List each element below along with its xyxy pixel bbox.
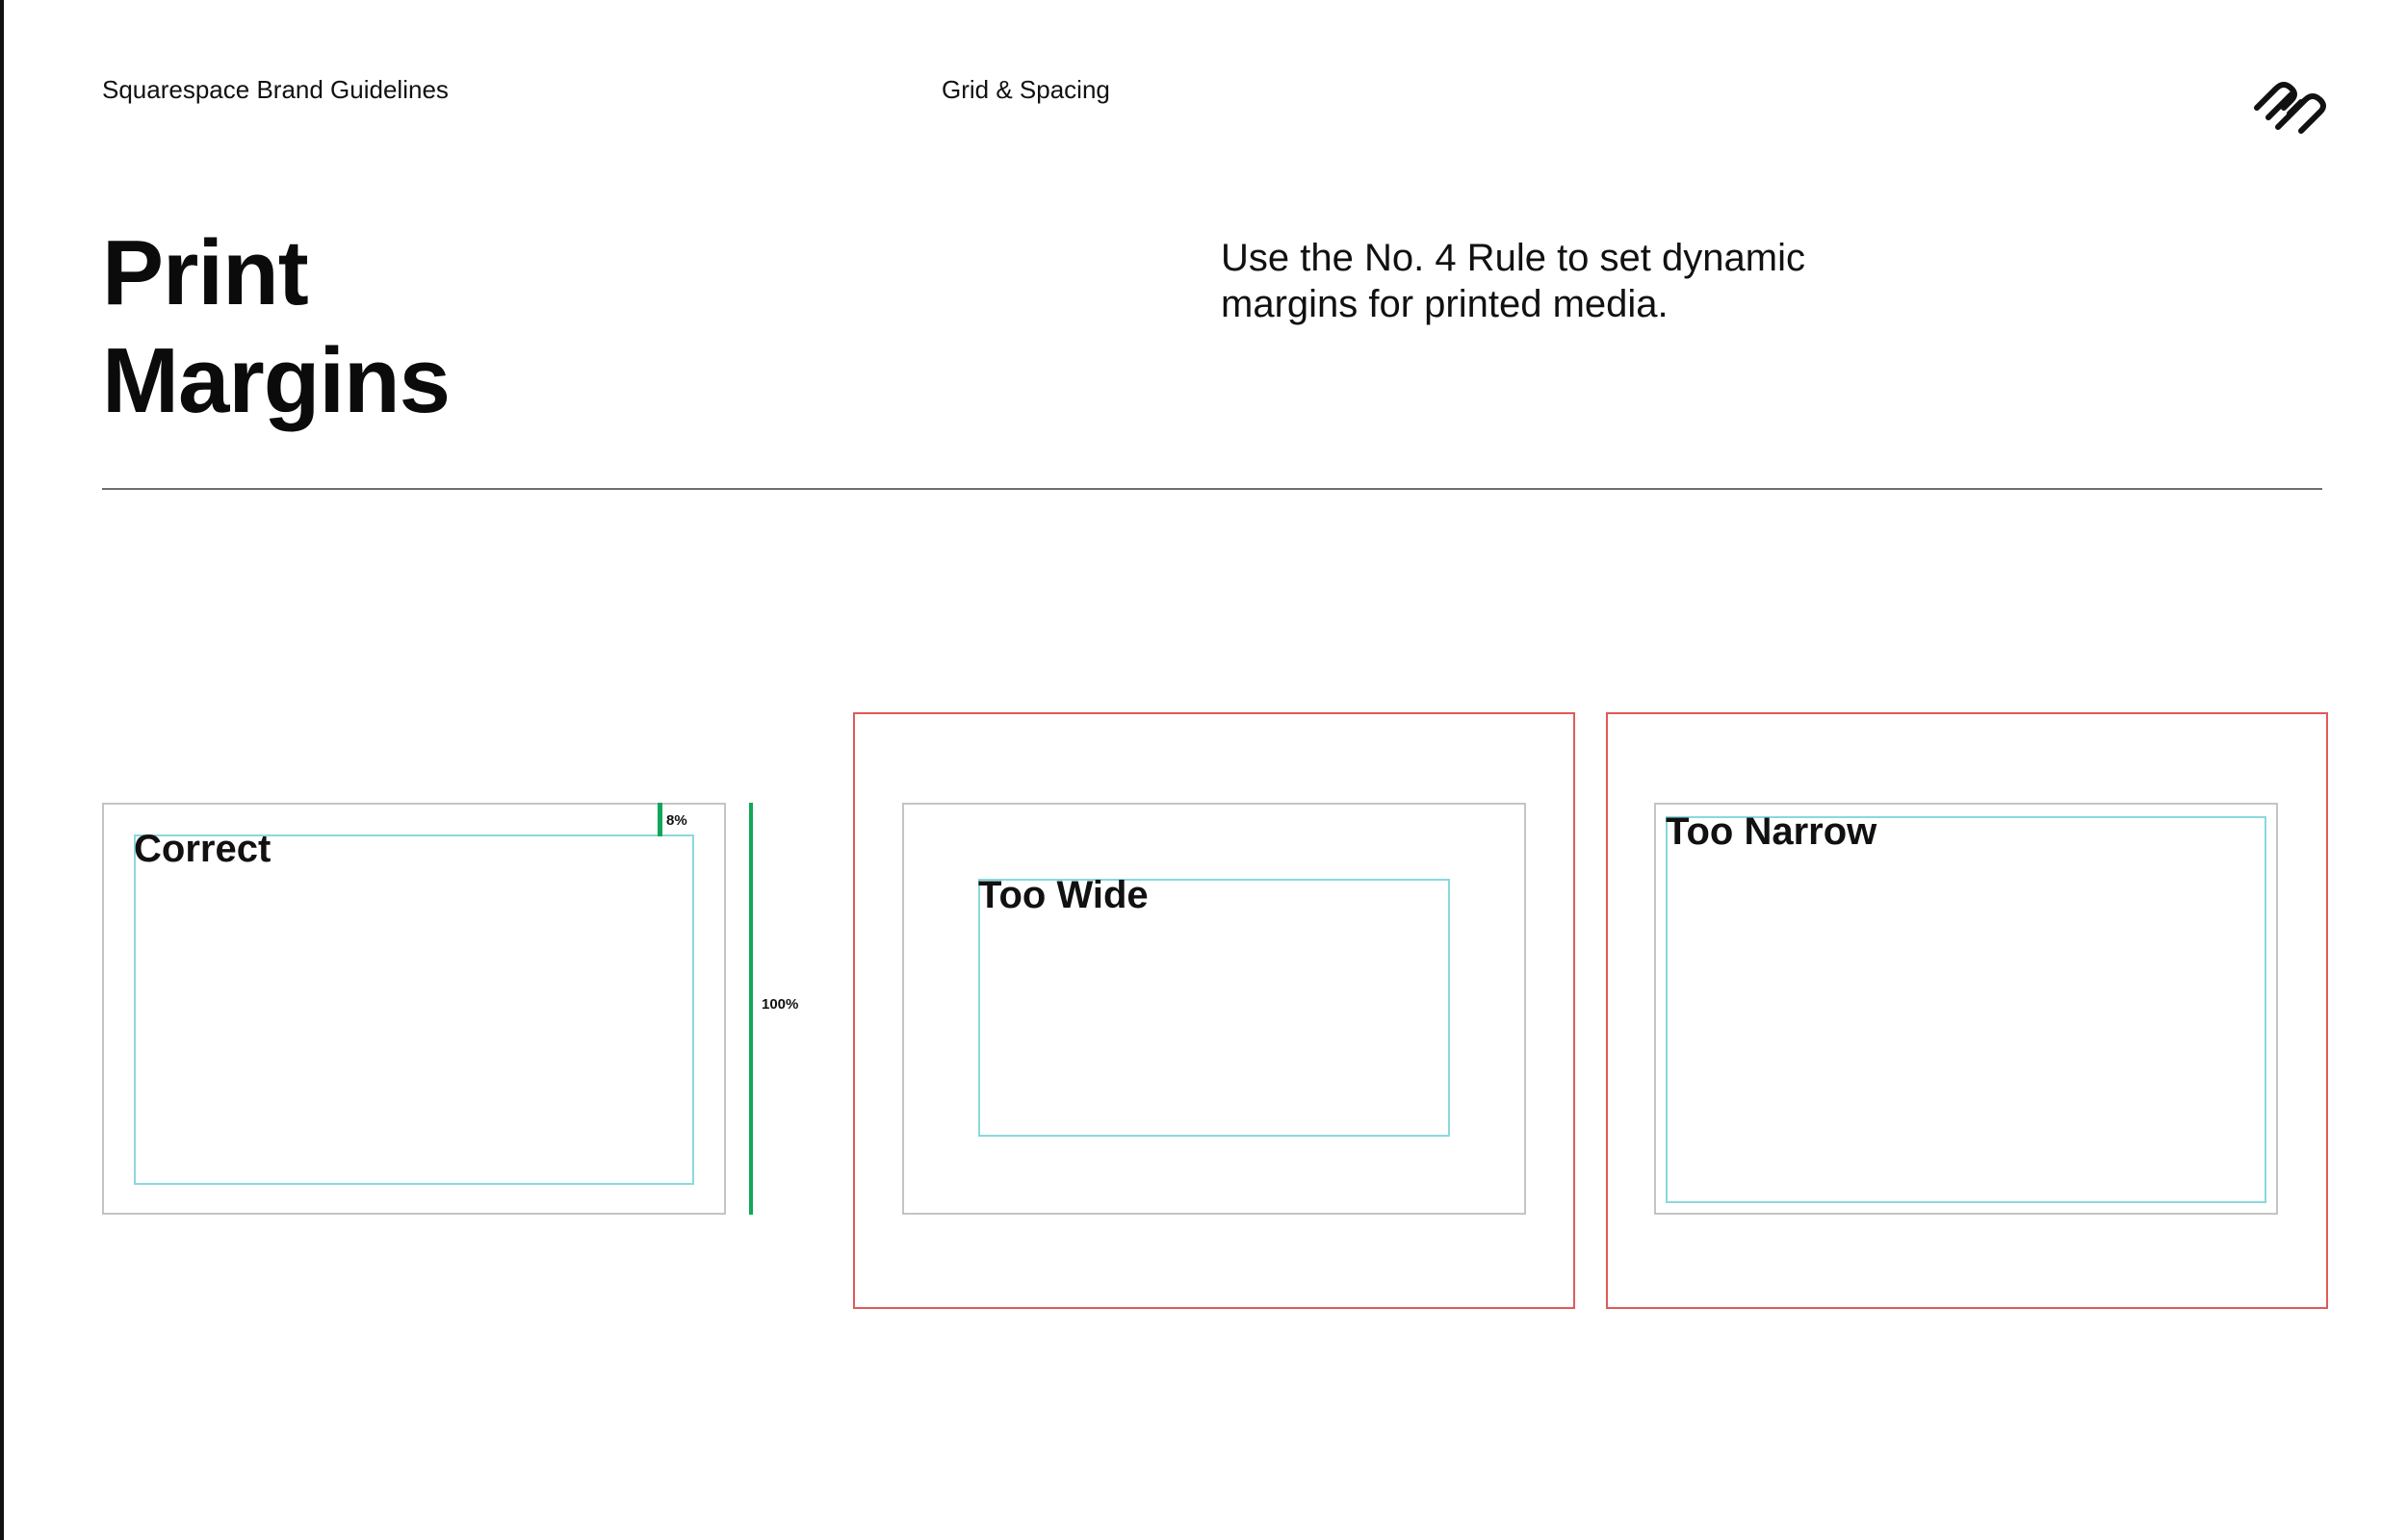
page-title-line-2: Margins (102, 329, 451, 432)
page-title: Print Margins (102, 219, 451, 435)
too-narrow-example-safe-area (1666, 816, 2266, 1203)
margin-indicator (658, 803, 662, 836)
section-divider (102, 488, 2322, 490)
too-wide-example-label: Too Wide (978, 874, 1149, 916)
squarespace-logo-icon (2254, 82, 2326, 134)
section-title: Grid & Spacing (942, 75, 1110, 104)
brand-guidelines-title: Squarespace Brand Guidelines (102, 75, 449, 104)
too-wide-example-safe-area (978, 879, 1450, 1137)
correct-example-label: Correct (134, 828, 272, 870)
intro-text: Use the No. 4 Rule to set dynamic margin… (1221, 235, 1837, 327)
margin-percent-label: 8% (666, 812, 687, 829)
page-title-line-1: Print (102, 221, 309, 324)
left-edge-bar (0, 0, 4, 1540)
correct-example-safe-area (134, 834, 694, 1185)
intro-line-1: Use the No. 4 Rule to set dynamic (1221, 237, 1805, 279)
height-percent-label: 100% (762, 996, 799, 1013)
too-narrow-example-label: Too Narrow (1666, 810, 1877, 853)
height-indicator (749, 803, 753, 1215)
intro-line-2: margins for printed media. (1221, 283, 1669, 325)
